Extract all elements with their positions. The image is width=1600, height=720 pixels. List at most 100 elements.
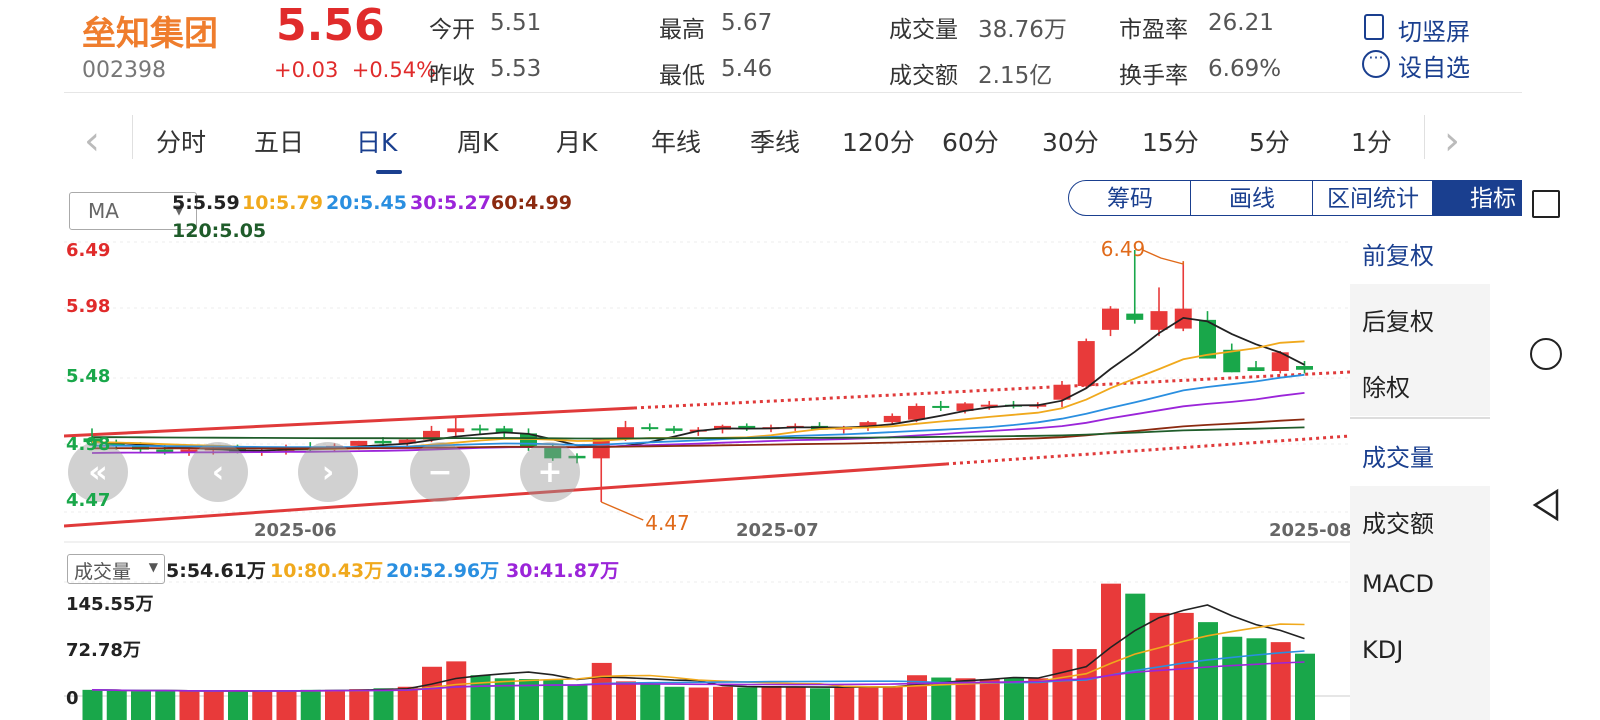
indicator-menu: 前复权 后复权 除权 成交量 成交额 MACD KDJ [1350,218,1490,720]
period-tabs: ‹ 分时 五日 日K 周K 月K 年线 季线 120分 60分 30分 15分 5分 1分 › [64,92,1522,181]
chip-distribution-button[interactable]: 筹码 [1068,180,1192,216]
tab-7[interactable]: 120分 [842,123,915,159]
kline-chart: 6.49 4.47 « ‹ › − + [64,237,1350,720]
current-price: 5.56 [276,0,385,51]
tab-6[interactable]: 季线 [750,123,800,159]
ma60-value: 60:4.99 [491,192,572,214]
volume-bar [494,678,515,720]
volume-bar [761,685,782,720]
menu-item-label: 成交额 [1362,510,1434,538]
candle-body [1199,319,1216,359]
volume-bars [82,583,1315,720]
menu-item-backward-adjust[interactable]: 后复权 [1350,284,1490,350]
volume-bar [1004,677,1024,720]
back-triangle-icon[interactable] [1532,488,1562,522]
volume-bar [785,686,806,720]
volume-bar [882,686,903,720]
tab-4[interactable]: 月K [556,123,597,159]
tab-8[interactable]: 60分 [942,123,999,159]
tab-0[interactable]: 分时 [156,123,206,159]
stock-name: 垒知集团 [82,14,218,54]
ma5-value: 5:5.59 [172,192,240,214]
trend-line-lower-ext [945,434,1350,466]
menu-item-kdj[interactable]: KDJ [1350,618,1490,684]
home-circle-icon[interactable] [1530,338,1562,370]
tab-12[interactable]: 1分 [1351,123,1392,159]
volume-bar [252,691,273,720]
volume-bar [1246,638,1267,720]
tab-11[interactable]: 5分 [1249,123,1290,159]
date-axis-label: 2025-07 [736,520,819,541]
menu-item-volume[interactable]: 成交量 [1350,420,1490,486]
candle-body [1077,341,1095,386]
volume-bar [446,661,467,720]
menu-item-amount[interactable]: 成交额 [1350,486,1490,552]
volume-indicator-select[interactable]: 成交量 ▼ [67,554,165,584]
left-margin [0,0,64,720]
recents-square-icon[interactable] [1532,190,1560,218]
candle-body [1102,308,1119,330]
pe-value: 26.21 [1208,10,1274,36]
volume-bar [1052,649,1073,720]
tab-5[interactable]: 年线 [651,123,701,159]
volume-bar [422,666,442,720]
zoom-control-2[interactable]: › [298,442,358,502]
zoom-controls: « ‹ › − + [68,442,580,502]
quote-header: 垒知集团 002398 5.56 +0.03 +0.54% 今开 5.51 昨收… [64,0,1522,92]
chevron-left-icon[interactable]: ‹ [84,121,100,161]
volume-bar [228,690,248,720]
menu-item-forward-adjust[interactable]: 前复权 [1350,218,1490,284]
tab-1[interactable]: 五日 [254,123,304,159]
add-watchlist-button[interactable]: ··· 设自选 [1362,48,1482,82]
menu-item-ex-rights[interactable]: 除权 [1350,350,1490,416]
tab-9[interactable]: 30分 [1042,123,1099,159]
zoom-control-4[interactable]: + [520,442,580,502]
candle-body [1247,367,1265,372]
zoom-control-3[interactable]: − [410,442,470,502]
tab-3[interactable]: 周K [457,123,498,159]
indicator-button[interactable]: 指标 [1432,180,1522,216]
low-leader-line [600,501,644,521]
menu-item-more[interactable] [1350,684,1490,720]
menu-item-macd[interactable]: MACD [1350,552,1490,618]
volume-value: 38.76万 [978,17,1067,43]
volume-bar [640,684,661,720]
range-stats-button[interactable]: 区间统计 [1312,180,1434,216]
candle-body [471,428,489,431]
volume-bar [82,689,103,720]
high-price-label: 6.49 [1101,237,1146,261]
volume-bar [349,689,370,720]
high-value: 5.67 [721,10,773,36]
tab-10[interactable]: 15分 [1142,123,1199,159]
amount-label: 成交额 [889,63,958,89]
switch-orientation-button[interactable]: 切竖屏 [1362,12,1482,46]
price-axis-label: 5.98 [66,296,111,317]
zoom-control-1[interactable]: ‹ [188,442,248,502]
switch-orientation-label: 切竖屏 [1398,18,1470,46]
chevron-right-icon[interactable]: › [1444,121,1460,161]
vol-ma5-value: 5:54.61万 [166,560,266,582]
stock-kline-app: 垒知集团 002398 5.56 +0.03 +0.54% 今开 5.51 昨收… [64,0,1522,720]
menu-divider [1350,417,1490,419]
low-price-label: 4.47 [645,511,690,535]
price-change: +0.03 +0.54% [274,58,436,82]
tab-divider [132,115,133,159]
tab-2[interactable]: 日K [356,123,397,159]
volume-bar [688,687,709,720]
volume-axis-label: 0 [66,688,79,709]
volume-bar [1028,678,1049,720]
volume-bar [591,662,612,720]
draw-line-button[interactable]: 画线 [1190,180,1314,216]
candle-body [883,415,901,423]
active-tab-indicator [376,170,402,174]
open-value: 5.51 [490,10,542,36]
ma20-line [92,373,1305,449]
candle-body [350,440,368,446]
menu-item-label: 前复权 [1362,242,1434,270]
volume-bar [397,686,418,720]
vol-ma10-value: 10:80.43万 [270,560,384,582]
trend-line-upper-ext [633,370,1350,410]
zoom-control-glyph: « [88,455,107,490]
candle-body [617,427,634,439]
volume-bar [373,688,394,720]
